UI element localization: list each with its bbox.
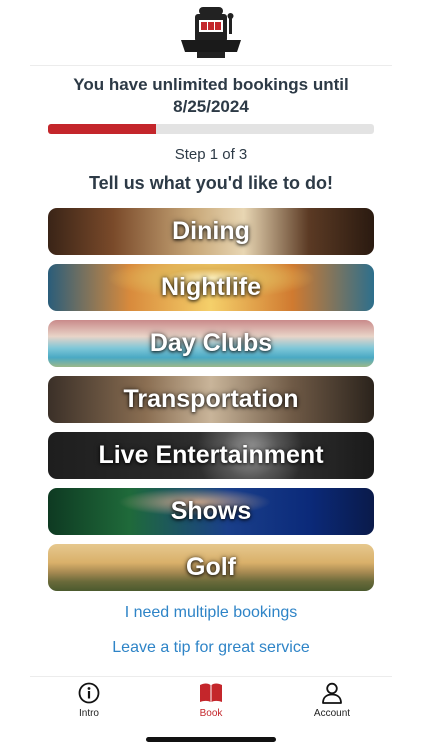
tabbar-divider xyxy=(30,676,392,677)
category-label: Day Clubs xyxy=(149,329,273,357)
tab-intro[interactable]: Intro xyxy=(34,682,144,719)
prompt-heading: Tell us what you'd like to do! xyxy=(89,173,333,193)
tab-account[interactable]: Account xyxy=(277,682,387,719)
home-indicator[interactable] xyxy=(146,737,276,742)
app-logo xyxy=(0,0,422,66)
category-label: Nightlife xyxy=(161,273,261,301)
category-label: Golf xyxy=(186,553,236,581)
category-transportation-button[interactable]: Transportation xyxy=(48,376,374,423)
progress-bar xyxy=(48,124,374,134)
category-live-entertainment-button[interactable]: Live Entertainment xyxy=(48,432,374,479)
bookings-headline: You have unlimited bookings until 8/25/2… xyxy=(73,75,349,116)
category-label: Shows xyxy=(170,497,252,525)
leave-tip-link[interactable]: Leave a tip for great service xyxy=(0,639,422,657)
category-dining-button[interactable]: Dining xyxy=(48,208,374,255)
step-indicator: Step 1 of 3 xyxy=(174,146,248,163)
category-label: Transportation xyxy=(123,385,299,413)
slot-machine-logo-icon xyxy=(181,7,241,58)
progress-fill xyxy=(48,124,156,134)
category-shows-button[interactable]: Shows xyxy=(48,488,374,535)
category-label: Live Entertainment xyxy=(98,441,324,469)
tab-label: Account xyxy=(313,708,351,719)
info-icon xyxy=(78,682,100,704)
category-nightlife-button[interactable]: Nightlife xyxy=(48,264,374,311)
category-golf-button[interactable]: Golf xyxy=(48,544,374,591)
tab-book[interactable]: Book xyxy=(156,682,266,719)
multiple-bookings-link[interactable]: I need multiple bookings xyxy=(0,604,422,622)
category-label: Dining xyxy=(172,217,250,245)
person-icon xyxy=(322,682,342,704)
book-icon xyxy=(200,683,222,702)
tab-label: Book xyxy=(199,708,223,719)
category-day-clubs-button[interactable]: Day Clubs xyxy=(48,320,374,367)
header-divider xyxy=(30,65,392,66)
tab-label: Intro xyxy=(78,708,99,719)
